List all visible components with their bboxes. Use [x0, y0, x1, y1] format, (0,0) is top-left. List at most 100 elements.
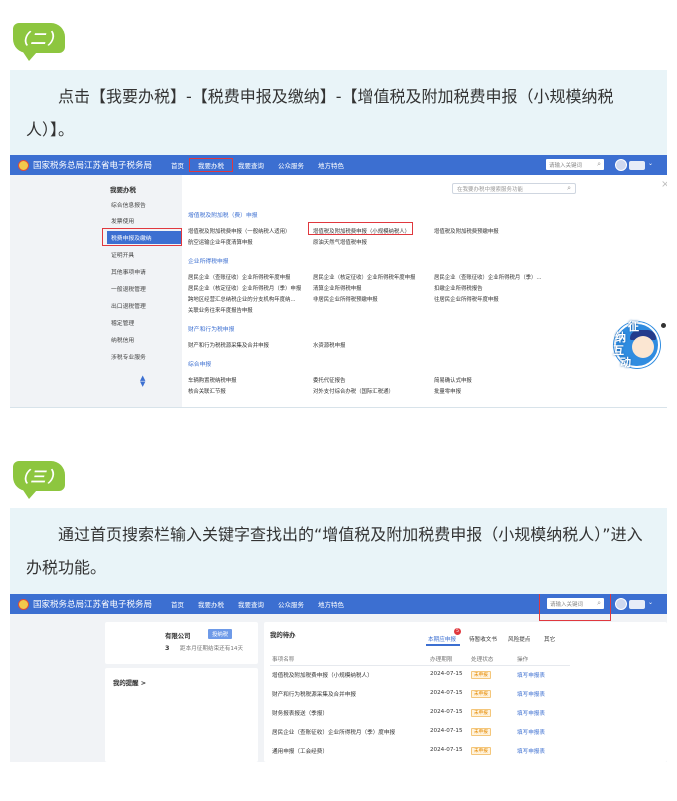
nav-query[interactable]: 我要查询 — [231, 160, 271, 170]
tab-badge: 5 — [454, 628, 461, 635]
instruction-panel-2: 点击【我要办税】-【税费申报及缴纳】-【增值税及附加税费申报（小规模纳税人）】。 — [10, 70, 667, 155]
link-cit-9[interactable]: 往居民企业所得税年度申报 — [434, 295, 499, 303]
nav-home[interactable]: 首页 — [164, 160, 191, 170]
highlight-top-search — [539, 594, 611, 621]
content-search-input[interactable]: 在我要办税中搜索服务功能 ⌕ — [452, 183, 576, 194]
link-aviation[interactable]: 航空运输企业年度清算申报 — [188, 238, 253, 246]
todo-card: 我的待办 本期应申报 5 待暂收文书 风险提点 其它 事项名称 办理期限 处理状… — [264, 622, 667, 762]
row-name: 增值税及附加税费申报（小规模纳税人） — [272, 673, 373, 679]
row-date: 2024-07-15 — [430, 709, 463, 715]
site-logo[interactable]: 国家税务总局江苏省电子税务局 — [18, 598, 164, 610]
search-icon[interactable]: ⌕ — [567, 184, 571, 193]
row-name: 居民企业（查账征收）企业所得税月（季）度申报 — [272, 730, 396, 736]
link-comp-6[interactable]: 批量零申报 — [434, 387, 461, 395]
mascot-char-4: 动 — [620, 356, 631, 369]
link-comp-5[interactable]: 对外支付综合办税（国际汇税通） — [313, 387, 394, 395]
tab-pending-docs[interactable]: 待暂收文书 — [469, 635, 497, 643]
col-deadline: 办理期限 — [430, 657, 453, 663]
user-avatar[interactable] — [615, 159, 627, 171]
link-cit-7[interactable]: 跨地区经营汇总纳税企业的分支机构年度纳... — [188, 295, 296, 303]
link-property-1[interactable]: 财产和行为税税源采集及合并申报 — [188, 341, 269, 349]
search-icon[interactable]: ⌕ — [597, 160, 601, 169]
link-cit-8[interactable]: 非居民企业所得税预缴申报 — [313, 295, 378, 303]
close-dot-icon[interactable] — [660, 322, 667, 329]
top-nav-bar: 国家税务总局江苏省电子税务局 首页 我要办税 我要查询 公众服务 地方特色 请输… — [10, 155, 667, 175]
nav-i-want-tax[interactable]: 我要办税 — [189, 158, 233, 172]
nav-query[interactable]: 我要查询 — [231, 599, 271, 609]
link-property-2[interactable]: 水资源税申报 — [313, 341, 345, 349]
nav-public-service[interactable]: 公众服务 — [271, 599, 311, 609]
fill-form-link[interactable]: 填写申报表 — [517, 690, 545, 698]
user-avatar[interactable] — [615, 598, 627, 610]
fill-form-link[interactable]: 填写申报表 — [517, 747, 545, 755]
site-title: 国家税务总局江苏省电子税务局 — [33, 600, 153, 610]
link-comp-1[interactable]: 车辆购置税纳税申报 — [188, 376, 237, 384]
link-vat-general[interactable]: 增值税及附加税费申报（一般纳税人适用） — [188, 227, 290, 235]
tax-menu-content: 在我要办税中搜索服务功能 ⌕ × 增值税及附加税（费）申报 增值税及附加税费申报… — [182, 175, 667, 407]
col-item-name: 事项名称 — [272, 657, 295, 663]
sidebar-item-invoice[interactable]: 发票使用 — [107, 214, 182, 227]
reminder-title[interactable]: 我的提醒 > — [113, 678, 146, 687]
user-name-box[interactable] — [629, 600, 645, 609]
row-name: 财务报表报送（季报） — [272, 711, 328, 717]
link-cit-5[interactable]: 清算企业所得税申报 — [313, 284, 362, 292]
site-logo[interactable]: 国家税务总局江苏省电子税务局 — [18, 159, 164, 171]
sidebar-item-credit[interactable]: 纳税信用 — [107, 333, 182, 346]
user-name-box[interactable] — [629, 161, 645, 170]
sidebar-item-other-request[interactable]: 其他事项申请 — [107, 265, 182, 278]
link-comp-3[interactable]: 简易确认式申报 — [434, 376, 472, 384]
nav-i-want-tax[interactable]: 我要办税 — [191, 599, 231, 609]
close-icon[interactable]: × — [661, 179, 667, 190]
nav-local-feature[interactable]: 地方特色 — [311, 599, 351, 609]
tab-current-filing[interactable]: 本期应申报 — [428, 635, 456, 643]
link-cit-6[interactable]: 扣缴企业所得税报告 — [434, 284, 483, 292]
portal-screenshot-menu: 国家税务总局江苏省电子税务局 首页 我要办税 我要查询 公众服务 地方特色 请输… — [10, 155, 667, 408]
reminder-card: 我的提醒 > — [105, 668, 258, 762]
scroll-arrows-icon[interactable]: ▲ ▼ — [140, 375, 145, 388]
highlight-sidebar-tax-filing — [102, 228, 182, 246]
link-comp-4[interactable]: 核合关联汇节报 — [188, 387, 226, 395]
mascot-face-icon — [632, 336, 654, 358]
role-switch-button[interactable]: 投纳税 — [208, 629, 233, 639]
status-badge: 未申报 — [471, 690, 491, 698]
link-oil-gas[interactable]: 原油天然气增值税申报 — [313, 238, 367, 246]
sidebar-item-refund[interactable]: 一般退税管理 — [107, 282, 182, 295]
top-search-placeholder: 请输入关键词 — [549, 162, 583, 169]
link-vat-prepay[interactable]: 增值税及附加税费预缴申报 — [434, 227, 499, 235]
instruction-panel-3: 通过首页搜索栏输入关键字查找出的“增值税及附加税费申报（小规模纳税人）”进入办税… — [10, 508, 667, 594]
col-status: 处理状态 — [471, 657, 494, 663]
link-cit-2[interactable]: 居民企业（核定征收）企业所得税年度申报 — [313, 273, 415, 281]
sidebar-item-assessment[interactable]: 稽定管理 — [107, 316, 182, 329]
interaction-mascot[interactable]: 征 纳 互 动 — [612, 320, 667, 370]
fill-form-link[interactable]: 填写申报表 — [517, 728, 545, 736]
sidebar-item-info-report[interactable]: 综合信息报告 — [107, 198, 182, 211]
company-card: 有限公司 投纳税 3 距本月征期结束还有14天 — [105, 622, 258, 664]
link-cit-4[interactable]: 居民企业（核定征收）企业所得税月（季）申报 — [188, 284, 301, 292]
sidebar-item-professional[interactable]: 涉税专业服务 — [107, 350, 182, 363]
chevron-down-icon[interactable]: ⌄ — [648, 599, 653, 606]
section-title-cit: 企业所得税申报 — [188, 259, 229, 265]
tab-other[interactable]: 其它 — [544, 635, 555, 643]
mascot-char-1: 征 — [628, 320, 639, 333]
sidebar-item-certificate[interactable]: 证明开具 — [107, 248, 182, 261]
tab-risk[interactable]: 风险提点 — [508, 635, 530, 643]
link-cit-3[interactable]: 居民企业（查账征收）企业所得税月（季）... — [434, 273, 542, 281]
chevron-down-icon[interactable]: ⌄ — [648, 160, 653, 167]
nav-public-service[interactable]: 公众服务 — [271, 160, 311, 170]
link-cit-1[interactable]: 居民企业（查账征收）企业所得税年度申报 — [188, 273, 290, 281]
status-badge: 未申报 — [471, 671, 491, 679]
link-comp-2[interactable]: 委托代征报告 — [313, 376, 345, 384]
top-search-input[interactable]: 请输入关键词 ⌕ — [546, 159, 604, 170]
nav-local-feature[interactable]: 地方特色 — [311, 160, 351, 170]
row-date: 2024-07-15 — [430, 690, 463, 696]
status-badge: 未申报 — [471, 709, 491, 717]
row-name: 财产和行为税税源采集及合并申报 — [272, 692, 356, 698]
sidebar-title: 我要办税 — [110, 186, 136, 194]
link-cit-10[interactable]: 关联业务往来年度报告申报 — [188, 306, 253, 314]
tab-underline — [426, 644, 460, 646]
nav-home[interactable]: 首页 — [164, 599, 191, 609]
sidebar-item-export-refund[interactable]: 出口退税管理 — [107, 299, 182, 312]
fill-form-link[interactable]: 填写申报表 — [517, 709, 545, 717]
fill-form-link[interactable]: 填写申报表 — [517, 671, 545, 679]
deadline-text: 距本月征期结束还有14天 — [180, 646, 244, 652]
